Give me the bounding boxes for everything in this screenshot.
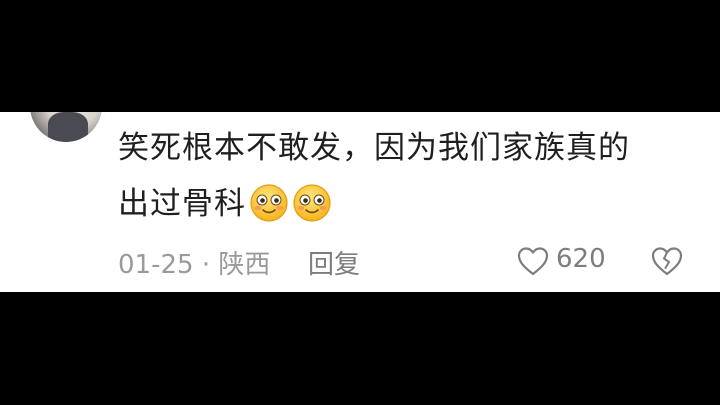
comment-text: 笑死根本不敢发，因为我们家族真的 出过骨科 bbox=[118, 120, 688, 232]
comment-meta: 01-25 · 陕西 回复 620 bbox=[118, 241, 708, 281]
comment-item: 笑死根本不敢发，因为我们家族真的 出过骨科 01-25 · 陕西 回复 620 bbox=[0, 112, 720, 292]
broken-heart-outline-icon[interactable] bbox=[650, 245, 684, 277]
avatar[interactable] bbox=[30, 112, 102, 142]
comment-line-2: 出过骨科 bbox=[118, 186, 246, 222]
comment-line-1: 笑死根本不敢发，因为我们家族真的 bbox=[118, 130, 630, 166]
date-location: 01-25 · 陕西 bbox=[118, 250, 271, 280]
smiling-blush-emoji-icon bbox=[250, 183, 288, 222]
avatar-figure bbox=[48, 112, 88, 142]
like-count: 620 bbox=[556, 244, 606, 274]
reply-button[interactable]: 回复 bbox=[308, 244, 360, 281]
heart-outline-icon[interactable] bbox=[516, 245, 550, 277]
smiling-blush-emoji-icon bbox=[293, 183, 331, 222]
